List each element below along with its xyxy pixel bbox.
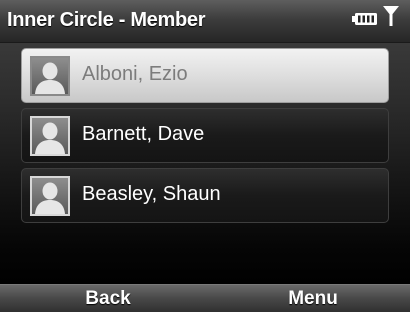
title-bar: Inner Circle - Member bbox=[0, 0, 410, 43]
contact-row-selected[interactable]: Alboni, Ezio bbox=[21, 48, 389, 103]
menu-softkey[interactable]: Menu bbox=[253, 288, 373, 310]
contact-avatar-icon bbox=[30, 56, 70, 96]
contact-name: Alboni, Ezio bbox=[82, 63, 188, 85]
battery-icon bbox=[352, 13, 377, 25]
contact-name: Barnett, Dave bbox=[82, 123, 205, 145]
contact-avatar-icon bbox=[30, 176, 70, 216]
phone-screen: Inner Circle - Member Alboni, Ezio Barne… bbox=[0, 0, 410, 312]
contact-row[interactable]: Barnett, Dave bbox=[21, 108, 389, 163]
window-title: Inner Circle - Member bbox=[7, 9, 206, 31]
back-softkey[interactable]: Back bbox=[48, 288, 168, 310]
contact-avatar-icon bbox=[30, 116, 70, 156]
status-icons bbox=[352, 5, 402, 29]
signal-icon bbox=[383, 6, 399, 26]
softkey-bar: Back Menu bbox=[0, 284, 410, 312]
contact-name: Beasley, Shaun bbox=[82, 183, 221, 205]
contact-row[interactable]: Beasley, Shaun bbox=[21, 168, 389, 223]
